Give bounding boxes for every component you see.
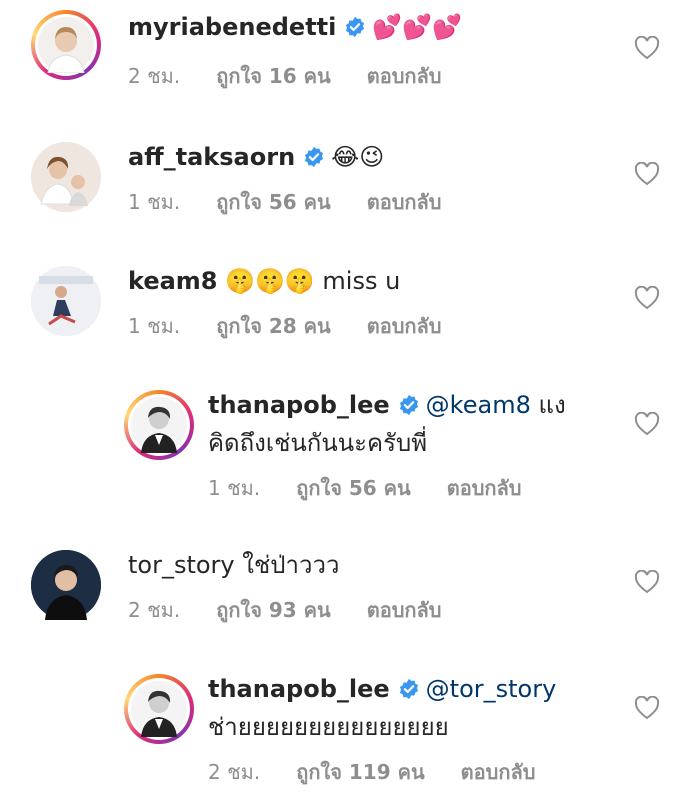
comment-header: thanapob_lee @keam8 แง [208,388,566,422]
comment-header: thanapob_lee @tor_story [208,672,556,706]
avatar[interactable] [124,390,194,460]
comment-text: 😂😉 [331,143,385,171]
person-avatar-icon [131,397,187,453]
avatar[interactable] [31,266,101,336]
reply-button[interactable]: ตอบกลับ [461,760,536,784]
comment-text: 💕💕💕 [372,13,463,41]
comment-meta: 1 ชม. ถูกใจ 56 คน ตอบกลับ [128,186,477,218]
person-avatar-icon [31,266,101,336]
reply-button[interactable]: ตอบกลับ [367,190,442,214]
likes-count[interactable]: ถูกใจ 119 คน [296,760,424,784]
avatar[interactable] [31,142,101,212]
username[interactable]: thanapob_lee [208,391,390,419]
like-heart-icon[interactable] [634,696,660,720]
likes-count[interactable]: ถูกใจ 56 คน [296,476,411,500]
comment-meta: 2 ชม. ถูกใจ 93 คน ตอบกลับ [128,594,477,626]
timestamp: 1 ชม. [208,476,261,500]
likes-count[interactable]: ถูกใจ 93 คน [216,598,331,622]
username[interactable]: thanapob_lee [208,675,390,703]
comment-meta: 2 ชม. ถูกใจ 16 คน ตอบกลับ [128,60,477,92]
reply-button[interactable]: ตอบกลับ [367,598,442,622]
likes-count[interactable]: ถูกใจ 56 คน [216,190,331,214]
mention-link[interactable]: @tor_story [426,675,557,703]
person-avatar-icon [131,681,187,737]
timestamp: 1 ชม. [128,314,181,338]
timestamp: 1 ชม. [128,190,181,214]
reply-button[interactable]: ตอบกลับ [367,64,442,88]
comment-text: แง [530,391,566,419]
avatar[interactable] [31,10,101,80]
comment-meta: 2 ชม. ถูกใจ 119 คน ตอบกลับ [208,756,571,788]
like-heart-icon[interactable] [634,412,660,436]
likes-count[interactable]: ถูกใจ 28 คน [216,314,331,338]
comment-meta: 1 ชม. ถูกใจ 56 คน ตอบกลับ [208,472,557,504]
avatar[interactable] [124,674,194,744]
username[interactable]: aff_taksaorn [128,143,295,171]
comment-header: keam8 🤫🤫🤫 miss u [128,264,400,298]
verified-badge-icon [399,678,418,700]
like-heart-icon[interactable] [634,570,660,594]
comment-header: myriabenedetti 💕💕💕 [128,10,462,44]
timestamp: 2 ชม. [128,64,181,88]
timestamp: 2 ชม. [208,760,261,784]
reply-button[interactable]: ตอบกลับ [367,314,442,338]
mention-link[interactable]: @keam8 [426,391,531,419]
verified-badge-icon [346,16,365,38]
person-avatar-icon [31,142,101,212]
comment-header: tor_story ใช่ป่าววว [128,548,339,582]
comment-text-line2: ช่ายยยยยยยยยยยยยยย [208,713,449,741]
likes-count[interactable]: ถูกใจ 16 คน [216,64,331,88]
person-avatar-icon [31,550,101,620]
comment-meta: 1 ชม. ถูกใจ 28 คน ตอบกลับ [128,310,477,342]
like-heart-icon[interactable] [634,36,660,60]
comment-text-line2: คิดถึงเช่นกันนะครับพี่ [208,429,428,457]
comment-text: 🤫🤫🤫 miss u [225,267,401,295]
like-heart-icon[interactable] [634,162,660,186]
comment-header: aff_taksaorn 😂😉 [128,140,384,174]
verified-badge-icon [305,146,324,168]
comment-text: ใช่ป่าววว [242,551,340,579]
username[interactable]: keam8 [128,267,218,295]
timestamp: 2 ชม. [128,598,181,622]
avatar[interactable] [31,550,101,620]
person-avatar-icon [38,17,94,73]
username[interactable]: tor_story [128,551,235,579]
verified-badge-icon [399,394,418,416]
reply-button[interactable]: ตอบกลับ [447,476,522,500]
username[interactable]: myriabenedetti [128,13,336,41]
like-heart-icon[interactable] [634,286,660,310]
